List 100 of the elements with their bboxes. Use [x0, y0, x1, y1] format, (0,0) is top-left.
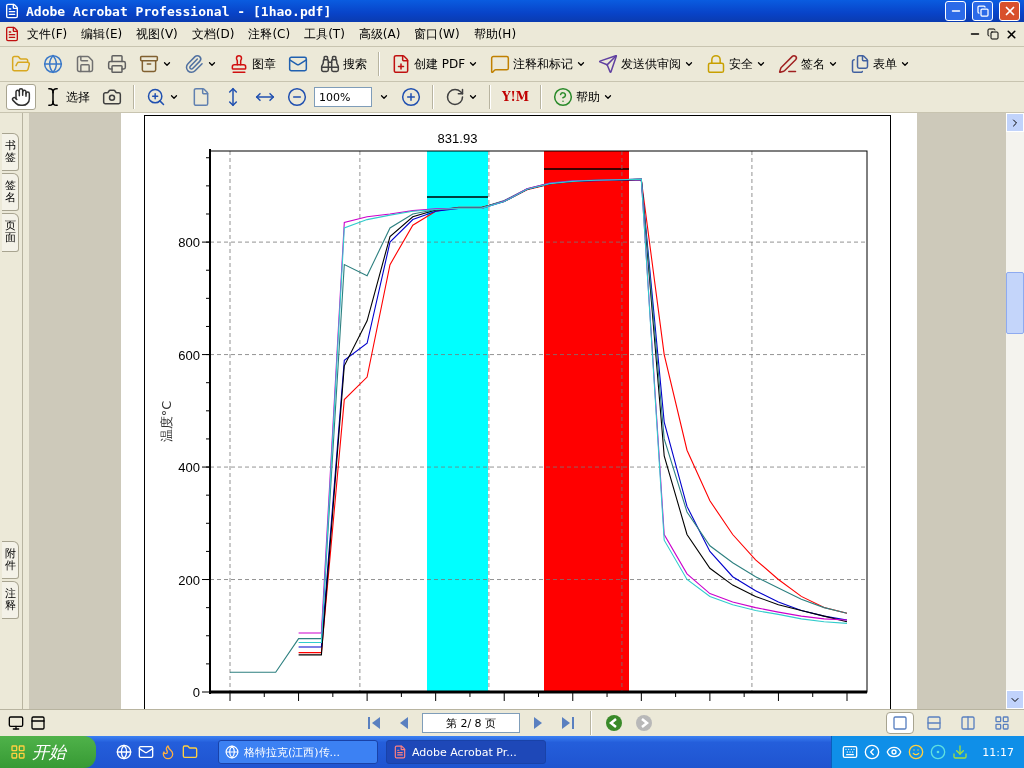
rotate-icon — [445, 87, 465, 107]
stamp-icon — [229, 54, 249, 74]
smiley-icon[interactable] — [908, 744, 925, 760]
folder-icon — [11, 54, 31, 74]
sign-button[interactable]: 签名 — [773, 51, 844, 77]
help-button[interactable]: 帮助 — [548, 84, 619, 110]
scroll-thumb[interactable] — [1006, 272, 1024, 334]
create-pdf-button[interactable]: 创建 PDF — [386, 51, 484, 77]
window-title: Adobe Acrobat Professional - [1hao.pdf] — [26, 3, 333, 19]
caret-icon — [576, 59, 587, 69]
side-tab[interactable]: 签名 — [2, 173, 19, 212]
side-tab[interactable]: 注释 — [2, 580, 19, 619]
monitor-icon[interactable] — [8, 715, 24, 731]
folder-icon[interactable] — [182, 744, 198, 760]
restore-icon — [976, 5, 989, 17]
first-page-icon — [366, 715, 382, 731]
zoom-in-icon — [401, 87, 421, 107]
back-icon — [605, 714, 623, 732]
caret-icon — [468, 59, 479, 69]
menu-item[interactable]: 注释(C) — [241, 23, 298, 45]
forward-icon — [635, 714, 653, 732]
document-icon — [4, 26, 20, 42]
clock: 11:17 — [982, 745, 1014, 759]
y-tick-label: 200 — [178, 572, 200, 588]
menu-item[interactable]: 编辑(E) — [74, 23, 130, 45]
keyboard-icon[interactable] — [842, 744, 859, 760]
zoom-in-icon — [146, 87, 166, 107]
select-button[interactable]: 选择 — [38, 84, 95, 110]
camera-icon — [102, 87, 122, 107]
browser-icon — [225, 745, 239, 759]
ring-icon[interactable] — [930, 744, 947, 760]
menu-item[interactable]: 高级(A) — [351, 23, 408, 45]
search-icon — [320, 54, 340, 74]
scrollbar[interactable] — [1006, 113, 1024, 709]
browser-icon[interactable] — [116, 744, 132, 760]
messenger-button[interactable]: Y!M — [497, 84, 535, 110]
y-tick-label: 400 — [178, 460, 200, 476]
side-tab[interactable]: 页面 — [2, 213, 19, 252]
menu-item[interactable]: 帮助(H) — [466, 23, 524, 45]
menu-item[interactable]: 工具(T) — [297, 23, 352, 45]
restore-button[interactable] — [984, 25, 1002, 43]
caret-icon — [468, 92, 478, 102]
caret-icon — [162, 59, 172, 69]
mail-icon[interactable] — [138, 744, 154, 760]
continuous-icon — [926, 715, 942, 731]
eye-icon[interactable] — [886, 744, 903, 760]
y-tick-label: 600 — [178, 347, 200, 363]
comment-button[interactable]: 注释和标记 — [485, 51, 592, 77]
grid-icon — [994, 715, 1010, 731]
y-axis-label: 温度°C — [159, 400, 174, 443]
caret-icon — [207, 59, 217, 69]
caret-icon — [379, 92, 389, 102]
chevron-icon[interactable] — [864, 744, 881, 760]
drawer-icon — [139, 54, 159, 74]
taskbar-button[interactable]: Adobe Acrobat Pr... — [386, 740, 546, 764]
zoom-field[interactable]: 100% — [314, 87, 372, 107]
pen-icon — [778, 54, 799, 74]
taskbar-button[interactable]: 格特拉克(江西)传... — [218, 740, 378, 764]
caret-icon — [169, 92, 179, 102]
minimize-button[interactable] — [945, 1, 966, 21]
documents-icon — [850, 54, 871, 74]
forms-button[interactable]: 表单 — [845, 51, 916, 77]
windows-logo-icon — [10, 744, 26, 760]
page-field[interactable]: 第 2/ 8 页 — [422, 713, 520, 733]
scroll-up-button[interactable] — [1006, 113, 1024, 132]
restore-button[interactable] — [972, 1, 993, 21]
menu-item[interactable]: 文件(F) — [20, 23, 75, 45]
side-tab[interactable]: 书签 — [2, 133, 19, 172]
menu-item[interactable]: 视图(V) — [129, 23, 185, 45]
y-tick-label: 800 — [178, 235, 200, 251]
help-icon — [553, 87, 574, 107]
previous-icon — [398, 715, 410, 731]
panel-icon[interactable] — [30, 715, 46, 731]
printer-icon — [107, 54, 127, 74]
document-icon — [391, 54, 411, 74]
menu-item[interactable]: 窗口(W) — [407, 23, 467, 45]
single-page-icon — [892, 715, 908, 731]
padlock-icon — [706, 54, 727, 74]
hand-button[interactable] — [6, 84, 36, 110]
page-layout-button[interactable] — [886, 712, 914, 734]
y-tick-label: 0 — [192, 685, 200, 700]
caret-icon — [756, 59, 767, 69]
paperclip-icon — [184, 54, 204, 74]
send-icon — [598, 54, 619, 74]
restore-icon — [987, 28, 999, 40]
caret-icon — [900, 59, 911, 69]
app-icon — [4, 3, 20, 19]
facing-pages-icon — [960, 715, 976, 731]
speech-bubble-icon — [490, 54, 511, 74]
close-icon — [1004, 27, 1018, 41]
flame-icon[interactable] — [160, 744, 176, 760]
menu-item[interactable]: 文档(D) — [184, 23, 242, 45]
review-button[interactable]: 发送供审阅 — [593, 51, 700, 77]
security-button[interactable]: 安全 — [701, 51, 772, 77]
next-icon — [532, 715, 544, 731]
stamp-button[interactable]: 图章 — [224, 51, 281, 77]
document-icon — [393, 745, 407, 759]
search-button[interactable]: 搜索 — [315, 51, 372, 77]
side-tab[interactable]: 附件 — [2, 540, 19, 579]
scroll-down-button[interactable] — [1006, 690, 1024, 709]
